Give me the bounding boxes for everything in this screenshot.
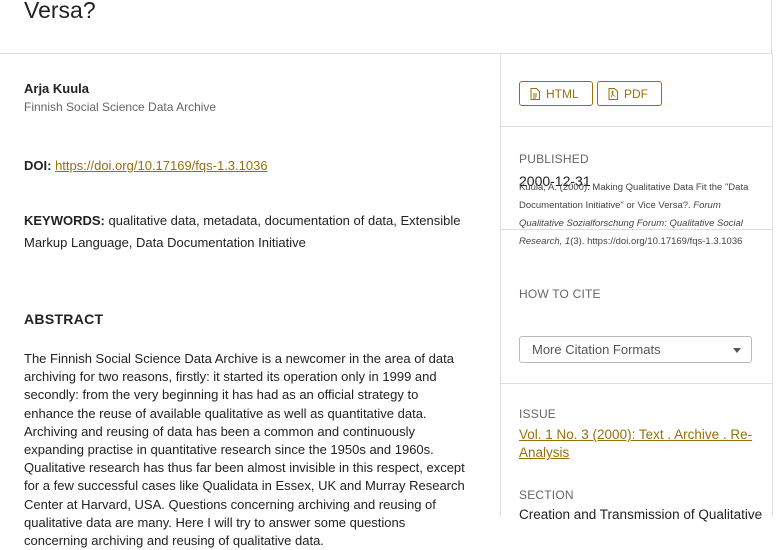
section-value: Creation and Transmission of Qualitative bbox=[519, 507, 763, 522]
abstract-text: The Finnish Social Science Data Archive … bbox=[24, 351, 465, 549]
chevron-down-icon bbox=[733, 348, 741, 353]
page-title: Versa? bbox=[24, 0, 96, 23]
citation-rest: (3). https://doi.org/10.17169/fqs-1.3.10… bbox=[570, 236, 743, 247]
abstract-heading: ABSTRACT bbox=[24, 311, 104, 327]
author-name: Arja Kuula bbox=[24, 81, 90, 96]
issue-link[interactable]: Vol. 1 No. 3 (2000): Text . Archive . Re… bbox=[519, 426, 755, 462]
doi-label: DOI: bbox=[24, 158, 52, 173]
how-to-cite-label: HOW TO CITE bbox=[519, 287, 601, 301]
published-label: PUBLISHED bbox=[519, 152, 589, 166]
page-header: Versa? bbox=[0, 0, 772, 54]
pdf-galley-label: PDF bbox=[624, 86, 648, 101]
file-pdf-icon bbox=[608, 87, 618, 100]
article-main: Arja Kuula Finnish Social Science Data A… bbox=[24, 54, 474, 548]
html-galley-label: HTML bbox=[546, 86, 579, 101]
section-label: SECTION bbox=[519, 488, 574, 502]
keywords-label: KEYWORDS: bbox=[24, 213, 105, 228]
file-text-icon bbox=[530, 87, 540, 100]
issue-label: ISSUE bbox=[519, 407, 557, 421]
citation-formats-dropdown[interactable]: More Citation Formats bbox=[519, 336, 752, 363]
galley-links: HTML PDF bbox=[501, 54, 772, 127]
author-affiliation: Finnish Social Science Data Archive bbox=[24, 100, 217, 114]
citation-text: Kuula, A. (2000). Making Qualitative Dat… bbox=[519, 179, 755, 251]
keywords-row: KEYWORDS: qualitative data, metadata, do… bbox=[24, 210, 464, 254]
doi-row: DOI: https://doi.org/10.17169/fqs-1.3.10… bbox=[24, 158, 268, 173]
pdf-galley-button[interactable]: PDF bbox=[597, 81, 662, 106]
sidebar: HTML PDF PUBLISHED 2000-12-31 HOW TO CIT… bbox=[500, 54, 773, 522]
doi-link[interactable]: https://doi.org/10.17169/fqs-1.3.1036 bbox=[55, 158, 268, 173]
citation-formats-label: More Citation Formats bbox=[532, 342, 661, 357]
html-galley-button[interactable]: HTML bbox=[519, 81, 593, 106]
